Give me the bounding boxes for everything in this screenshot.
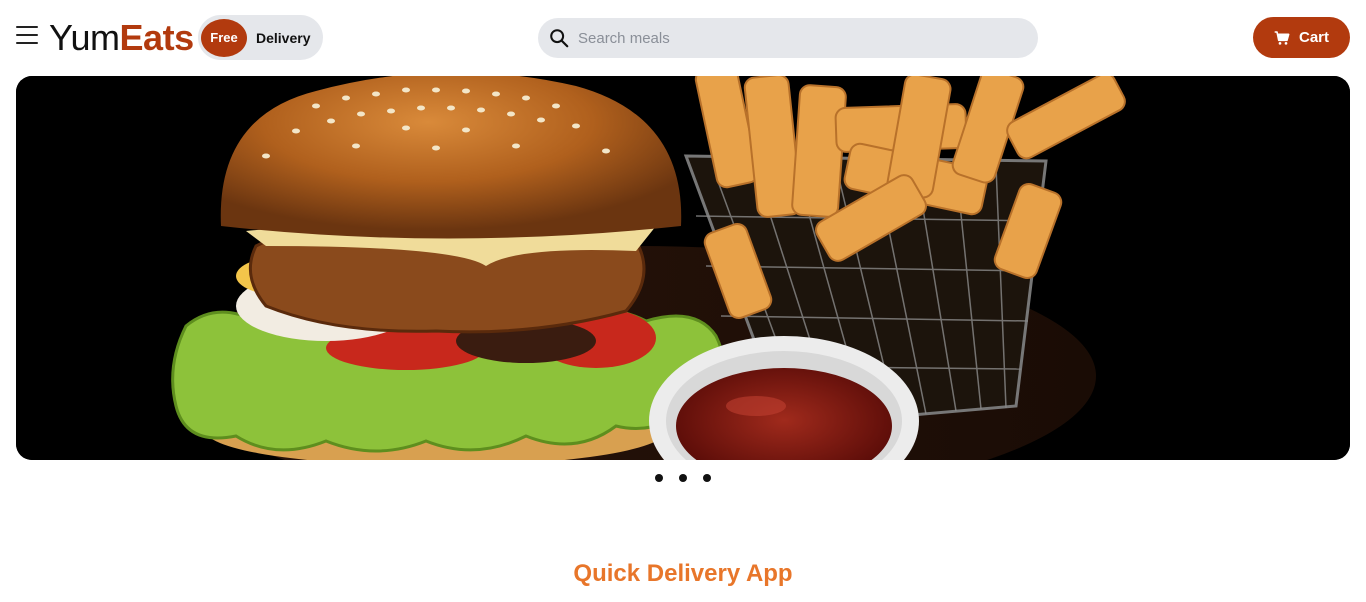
free-badge: Free [201,18,247,57]
carousel-dot[interactable] [703,474,711,482]
brand-logo[interactable]: YumEats [49,18,194,58]
carousel-indicators [0,474,1366,482]
burger-and-fries-photo [16,76,1350,460]
carousel-dot[interactable] [655,474,663,482]
logo-part-eats: Eats [119,17,195,58]
delivery-label: Delivery [256,29,311,46]
search-icon [550,29,569,48]
carousel-dot[interactable] [679,474,687,482]
hamburger-menu-icon[interactable] [16,26,40,48]
site-header: YumEats Free Delivery Cart [0,0,1366,76]
free-delivery-toggle[interactable]: Free Delivery [198,15,323,60]
hero-banner[interactable] [16,76,1350,460]
cart-label: Cart [1298,29,1329,46]
search-bar[interactable] [538,18,1038,58]
search-input[interactable] [578,29,998,47]
shopping-cart-icon [1274,30,1290,45]
section-title: Quick Delivery App [573,560,793,587]
logo-part-yum: Yum [49,17,120,58]
cart-button[interactable]: Cart [1253,17,1350,58]
